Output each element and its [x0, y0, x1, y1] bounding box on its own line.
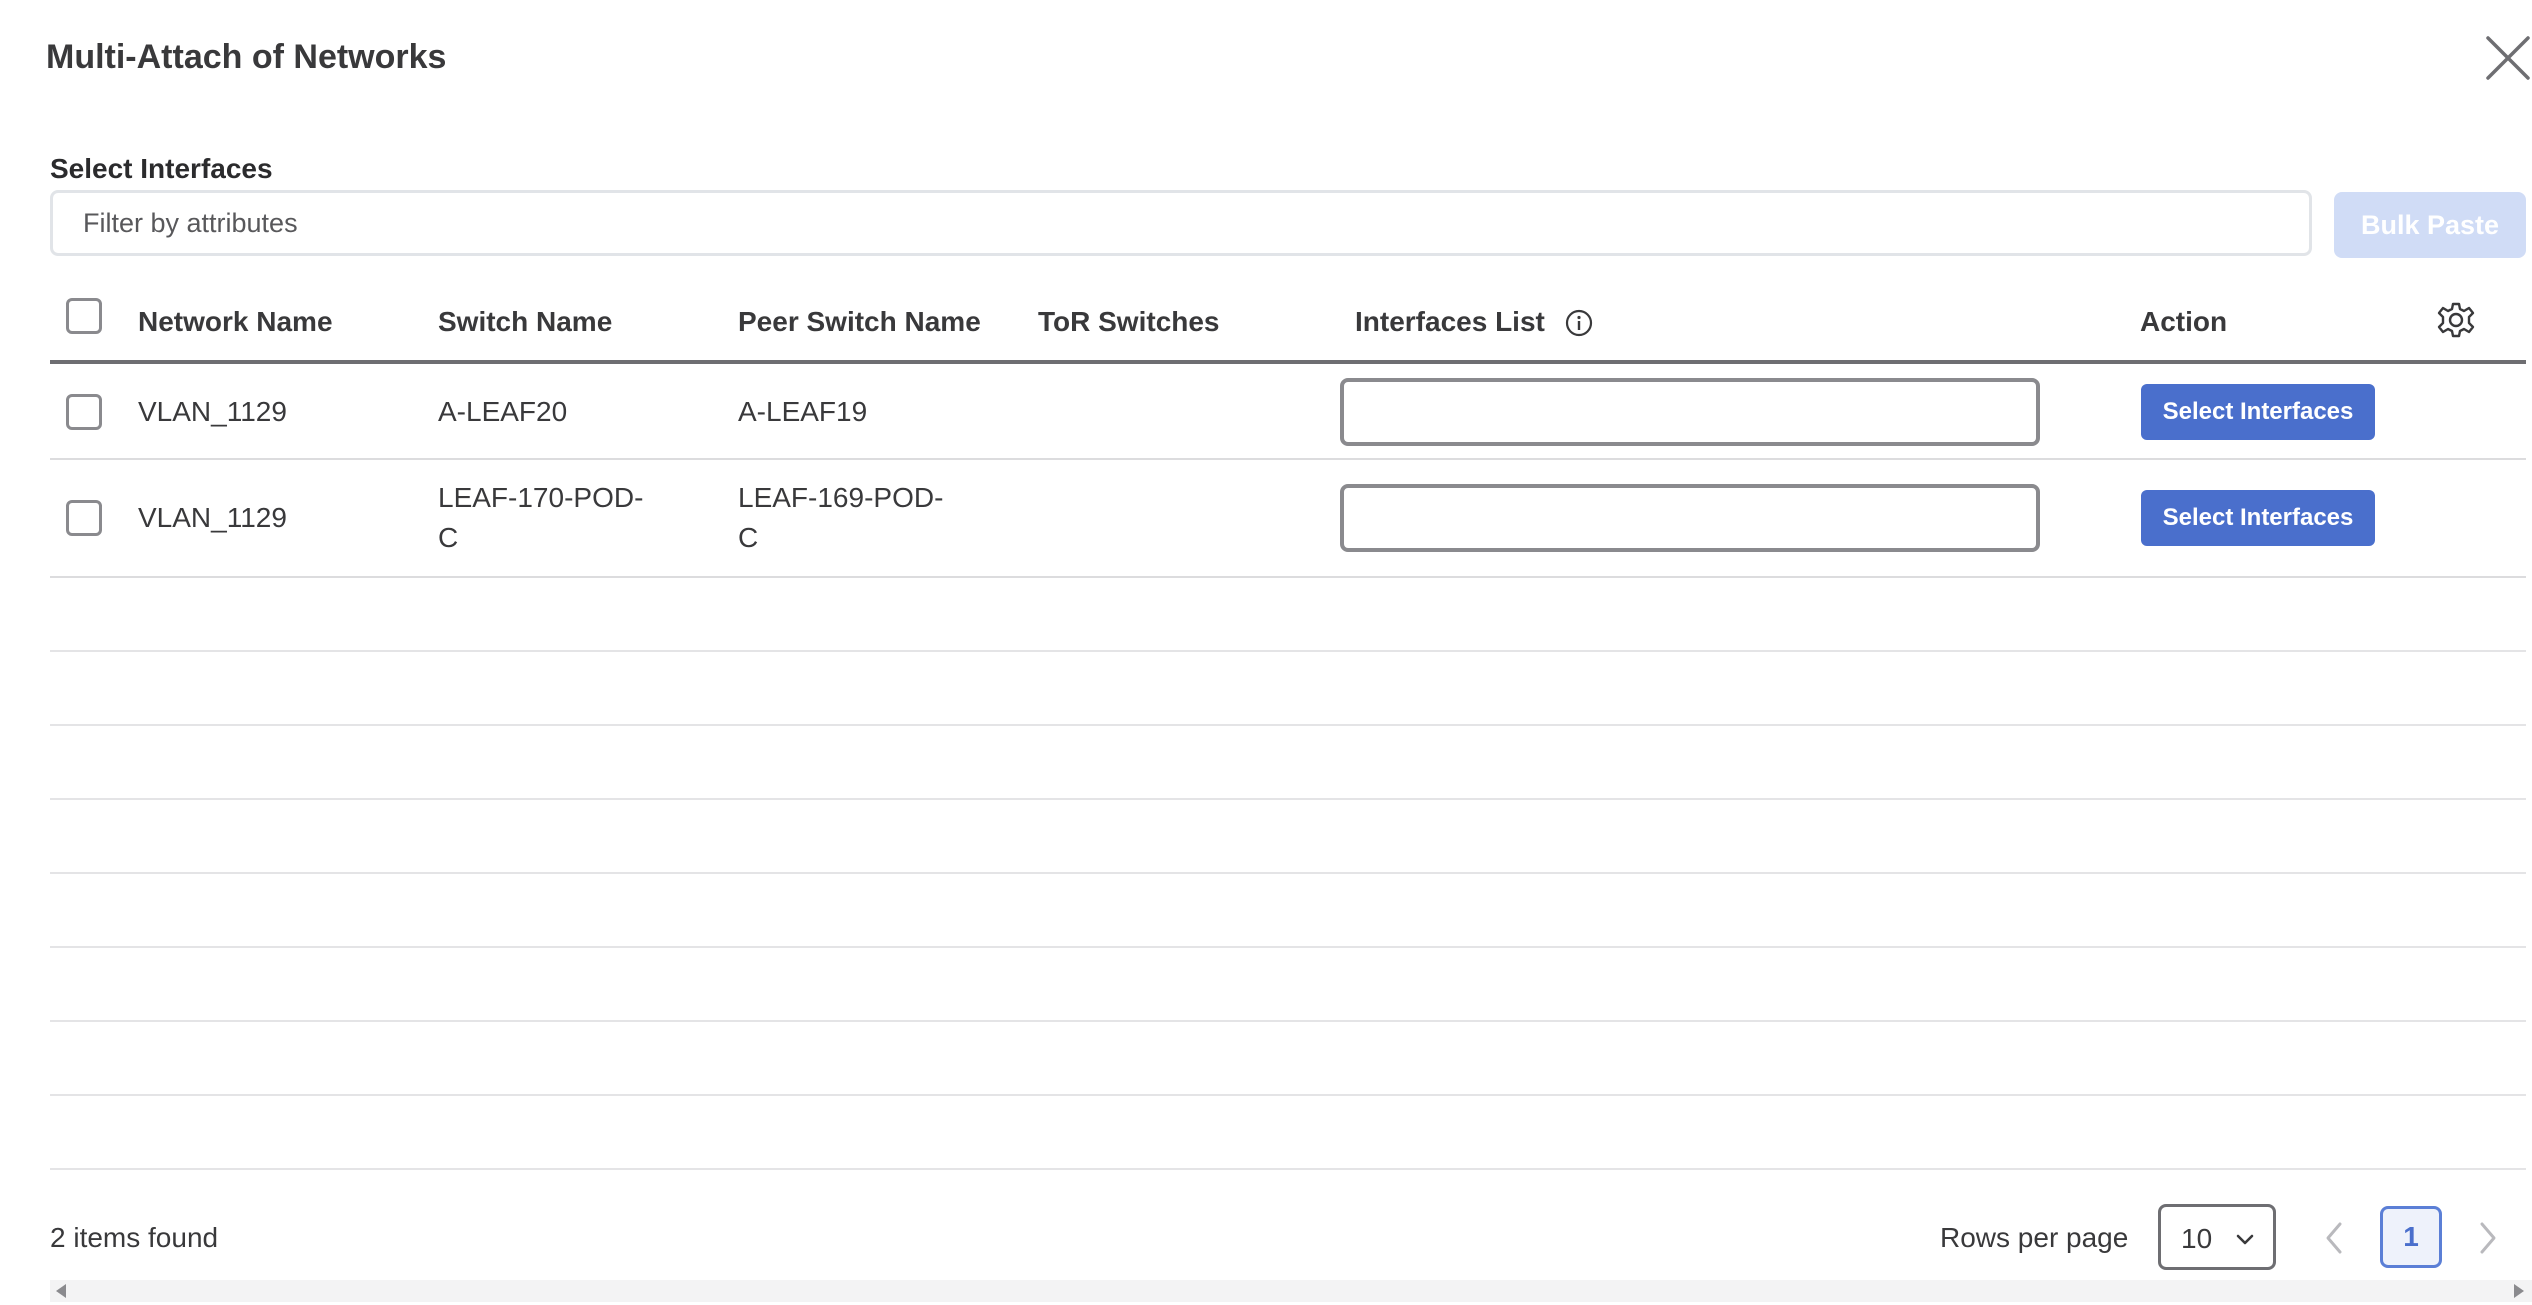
chevron-right-icon [2480, 1222, 2496, 1254]
row-checkbox[interactable] [66, 500, 102, 536]
empty-row [50, 874, 2526, 948]
table-header: Network Name Switch Name Peer Switch Nam… [50, 280, 2526, 364]
network-name-cell: VLAN_1129 [138, 502, 287, 533]
chevron-down-icon [2236, 1234, 2254, 1245]
modal-title: Multi-Attach of Networks [46, 38, 447, 76]
empty-row [50, 1096, 2526, 1170]
interfaces-list-input[interactable] [1340, 378, 2040, 446]
close-icon [2486, 36, 2530, 80]
empty-row [50, 578, 2526, 652]
peer-switch-name-cell: LEAF-169-POD- C [738, 478, 943, 558]
column-header-peer-switch-name[interactable]: Peer Switch Name [738, 306, 981, 338]
row-checkbox[interactable] [66, 394, 102, 430]
empty-row [50, 948, 2526, 1022]
column-header-tor-switches[interactable]: ToR Switches [1038, 306, 1220, 338]
previous-page-button[interactable] [2318, 1218, 2352, 1258]
switch-name-cell: A-LEAF20 [438, 396, 568, 427]
column-header-network-name[interactable]: Network Name [138, 306, 333, 338]
empty-row [50, 1022, 2526, 1096]
table-row: VLAN_1129 LEAF-170-POD- C LEAF-169-POD- … [50, 460, 2526, 578]
bulk-paste-button[interactable]: Bulk Paste [2334, 192, 2526, 258]
column-header-interfaces-list: Interfaces List [1355, 306, 1545, 337]
section-label: Select Interfaces [50, 153, 273, 184]
switch-name-cell: LEAF-170-POD- C [438, 478, 643, 558]
peer-switch-name-cell: A-LEAF19 [738, 396, 868, 427]
next-page-button[interactable] [2470, 1218, 2504, 1258]
rows-per-page-label: Rows per page [1940, 1222, 2129, 1253]
page-button-current[interactable]: 1 [2380, 1206, 2442, 1268]
info-icon[interactable] [1564, 308, 1594, 338]
network-name-cell: VLAN_1129 [138, 396, 287, 427]
chevron-left-icon [2326, 1222, 2342, 1254]
items-found-text: 2 items found [50, 1222, 219, 1253]
close-button[interactable] [2484, 34, 2532, 82]
filter-input[interactable] [50, 190, 2312, 256]
column-header-switch-name[interactable]: Switch Name [438, 306, 612, 338]
gear-icon[interactable] [2436, 300, 2476, 340]
scroll-right-arrow-icon[interactable] [2508, 1281, 2528, 1301]
scroll-left-arrow-icon[interactable] [52, 1281, 72, 1301]
switch-name-line: C [438, 522, 459, 553]
empty-row [50, 800, 2526, 874]
horizontal-scrollbar[interactable] [50, 1280, 2532, 1302]
table-row: VLAN_1129 A-LEAF20 A-LEAF19 Select Inter… [50, 364, 2526, 460]
interfaces-list-input[interactable] [1340, 484, 2040, 552]
switch-name-line: LEAF-170-POD- [438, 482, 644, 513]
peer-switch-name-line: LEAF-169-POD- [738, 482, 944, 513]
select-interfaces-button[interactable]: Select Interfaces [2141, 384, 2375, 440]
peer-switch-name-line: C [738, 522, 759, 553]
rows-per-page-value: 10 [2181, 1223, 2213, 1254]
column-header-action: Action [2140, 306, 2228, 337]
select-all-checkbox[interactable] [66, 298, 102, 334]
select-interfaces-button[interactable]: Select Interfaces [2141, 490, 2375, 546]
rows-per-page-select[interactable]: 10 [2158, 1204, 2276, 1270]
empty-row [50, 726, 2526, 800]
empty-row [50, 652, 2526, 726]
